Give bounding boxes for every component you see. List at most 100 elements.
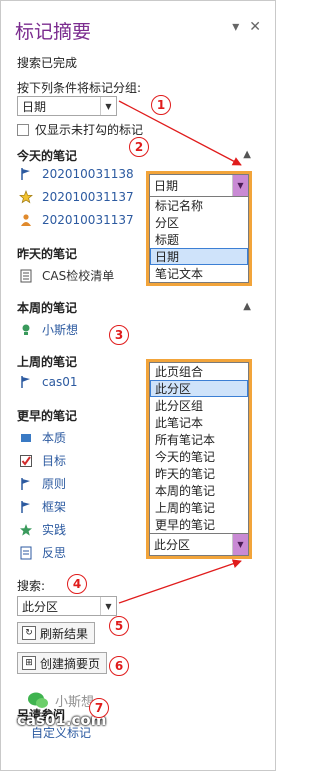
item-label: CAS检校清单 xyxy=(42,269,115,283)
annotation-marker-3: 3 xyxy=(109,325,129,345)
list-item[interactable]: 202010031138 xyxy=(19,167,134,181)
chevron-down-icon[interactable]: ▼ xyxy=(232,175,248,196)
search-scope-select[interactable]: 此分区 ▼ xyxy=(17,596,117,616)
annotation-marker-6: 6 xyxy=(109,656,129,676)
refresh-label: 刷新结果 xyxy=(40,626,89,641)
item-label: 目标 xyxy=(42,454,67,468)
group-by-dropdown[interactable]: 日期 ▼ 标记名称 分区 标题 日期 笔记文本 xyxy=(149,174,249,283)
group-by-dropdown-header[interactable]: 日期 ▼ xyxy=(150,175,248,197)
dropdown-option[interactable]: 标题 xyxy=(150,231,248,248)
section-today: 今天的笔记 xyxy=(17,149,78,163)
document-icon xyxy=(19,269,33,283)
pane-options-icon[interactable]: ▾ xyxy=(232,19,239,35)
dropdown-option[interactable]: 笔记文本 xyxy=(150,265,248,282)
section-this-week: 本周的笔记 xyxy=(17,301,78,315)
person-icon xyxy=(19,213,33,227)
scope-dropdown-header[interactable]: 此分区 ▼ xyxy=(150,533,248,555)
group-by-select[interactable]: 日期 ▼ xyxy=(17,96,117,116)
item-label: cas01 xyxy=(42,375,78,389)
item-label: 反思 xyxy=(42,546,67,560)
checkbox-checked-icon xyxy=(19,454,33,468)
list-item[interactable]: 反思 xyxy=(19,544,66,561)
pane-title: 标记摘要 xyxy=(15,21,92,43)
pane-controls: ▾ ✕ xyxy=(232,19,261,35)
flag-icon xyxy=(19,477,33,491)
item-label: 202010031138 xyxy=(42,167,134,181)
section-older: 更早的笔记 xyxy=(17,409,78,423)
tag-icon xyxy=(19,431,33,445)
annotation-marker-7: 7 xyxy=(89,698,109,718)
flag-icon xyxy=(19,375,33,389)
item-label: 实践 xyxy=(42,523,67,537)
list-item[interactable]: 原则 xyxy=(19,475,66,492)
dropdown-option[interactable]: 所有笔记本 xyxy=(150,431,248,448)
dropdown-option[interactable]: 分区 xyxy=(150,214,248,231)
tags-summary-pane: 标记摘要 ▾ ✕ 搜索已完成 按下列条件将标记分组: 日期 ▼ 仅显示未打勾的标… xyxy=(0,0,276,771)
list-item[interactable]: 框架 xyxy=(19,498,66,515)
chevron-down-icon[interactable]: ▼ xyxy=(100,97,116,115)
refresh-results-button[interactable]: ↻ 刷新结果 xyxy=(17,622,96,644)
dropdown-option[interactable]: 今天的笔记 xyxy=(150,448,248,465)
group-by-value: 日期 xyxy=(22,99,47,114)
annotation-marker-2: 2 xyxy=(129,137,149,157)
item-label: 框架 xyxy=(42,500,67,514)
search-status: 搜索已完成 xyxy=(17,56,78,70)
scope-dropdown-callout: 此页组合 此分区 此分区组 此笔记本 所有笔记本 今天的笔记 昨天的笔记 本周的… xyxy=(146,359,252,559)
list-item[interactable]: 实践 xyxy=(19,521,66,538)
list-item[interactable]: 202010031137 xyxy=(19,190,134,204)
annotation-marker-1: 1 xyxy=(151,95,171,115)
dropdown-option[interactable]: 此笔记本 xyxy=(150,414,248,431)
dropdown-option[interactable]: 标记名称 xyxy=(150,197,248,214)
scope-dropdown-value: 此分区 xyxy=(154,538,191,552)
chevron-down-icon[interactable]: ▼ xyxy=(100,597,116,615)
idea-icon xyxy=(19,323,33,337)
section-yesterday: 昨天的笔记 xyxy=(17,247,78,261)
star-icon xyxy=(19,190,33,204)
unchecked-only-checkbox[interactable] xyxy=(17,123,29,136)
search-scope-value: 此分区 xyxy=(22,599,59,614)
create-label: 创建摘要页 xyxy=(40,656,101,671)
group-by-dropdown-value: 日期 xyxy=(154,179,179,193)
item-label: 原则 xyxy=(42,477,67,491)
list-item[interactable]: 目标 xyxy=(19,452,66,469)
arrow-search-scope xyxy=(118,559,242,604)
list-item[interactable]: CAS检校清单 xyxy=(19,267,114,284)
close-icon[interactable]: ✕ xyxy=(249,19,261,35)
section-last-week: 上周的笔记 xyxy=(17,355,78,369)
new-page-icon: ⊞ xyxy=(22,656,36,670)
list-item[interactable]: 202010031137 xyxy=(19,213,134,227)
item-label: 202010031137 xyxy=(42,190,134,204)
refresh-icon: ↻ xyxy=(22,626,36,640)
unchecked-only-row[interactable]: 仅显示未打勾的标记 xyxy=(17,121,143,138)
scope-dropdown[interactable]: 此页组合 此分区 此分区组 此笔记本 所有笔记本 今天的笔记 昨天的笔记 本周的… xyxy=(149,362,249,556)
collapse-this-week-icon[interactable]: ▲ xyxy=(243,301,251,312)
annotation-marker-4: 4 xyxy=(67,574,87,594)
flag-icon xyxy=(19,500,33,514)
annotation-marker-5: 5 xyxy=(109,616,129,636)
dropdown-option[interactable]: 更早的笔记 xyxy=(150,516,248,533)
document-icon xyxy=(19,546,33,560)
unchecked-only-label: 仅显示未打勾的标记 xyxy=(35,123,144,137)
dropdown-option[interactable]: 昨天的笔记 xyxy=(150,465,248,482)
item-label: 本质 xyxy=(42,431,67,445)
dropdown-option-selected[interactable]: 此分区 xyxy=(150,380,248,397)
item-label: 小斯想 xyxy=(42,323,79,337)
dropdown-option[interactable]: 此页组合 xyxy=(150,363,248,380)
wechat-icon xyxy=(28,692,48,708)
list-item[interactable]: cas01 xyxy=(19,375,77,389)
list-item[interactable]: 本质 xyxy=(19,429,66,446)
flag-icon xyxy=(19,167,33,181)
dropdown-option[interactable]: 本周的笔记 xyxy=(150,482,248,499)
collapse-today-icon[interactable]: ▲ xyxy=(243,149,251,160)
star-icon xyxy=(19,523,33,537)
item-label: 202010031137 xyxy=(42,213,134,227)
list-item[interactable]: 小斯想 xyxy=(19,321,78,338)
chevron-down-icon[interactable]: ▼ xyxy=(232,534,248,555)
create-summary-page-button[interactable]: ⊞ 创建摘要页 xyxy=(17,652,108,674)
group-by-dropdown-callout: 日期 ▼ 标记名称 分区 标题 日期 笔记文本 xyxy=(146,171,252,286)
search-label: 搜索: xyxy=(17,579,46,593)
dropdown-option-selected[interactable]: 日期 xyxy=(150,248,248,265)
group-by-label: 按下列条件将标记分组: xyxy=(17,81,142,95)
dropdown-option[interactable]: 此分区组 xyxy=(150,397,248,414)
dropdown-option[interactable]: 上周的笔记 xyxy=(150,499,248,516)
